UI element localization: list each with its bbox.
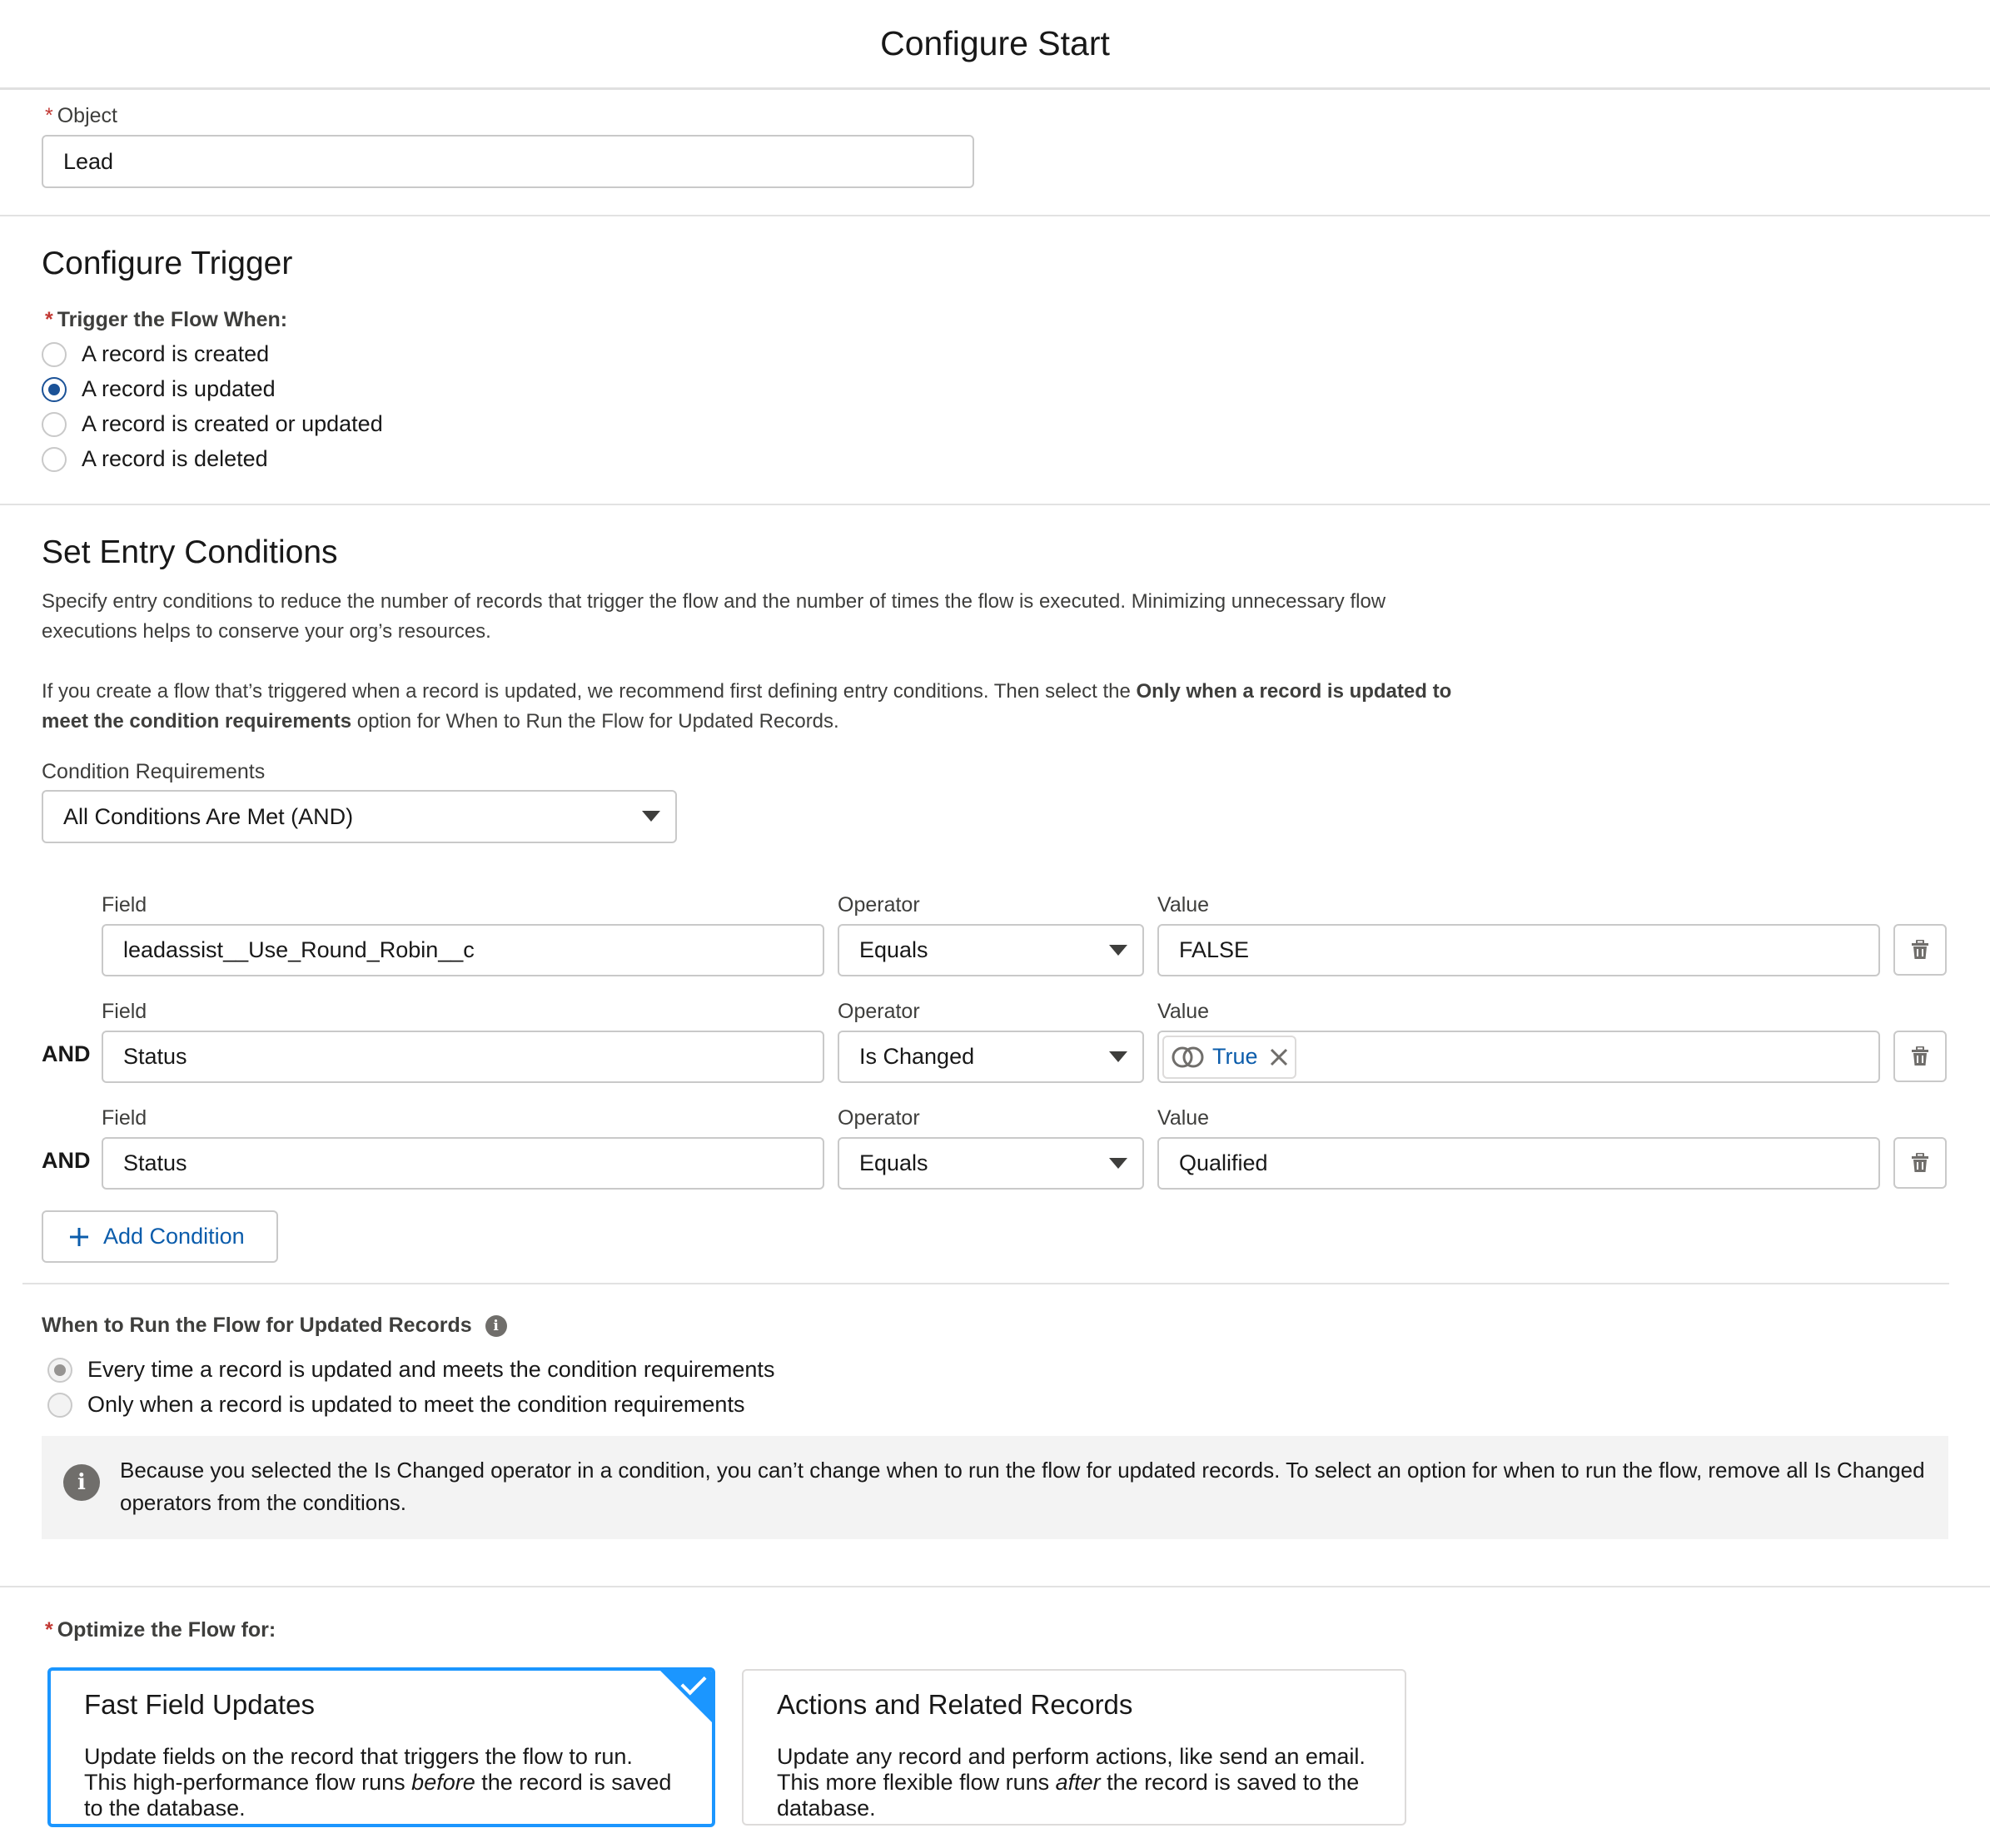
when-to-run-label: When to Run the Flow for Updated Records… [42,1314,507,1338]
field-label: Field [102,1106,147,1130]
optimize-card-fast-field-updates[interactable]: Fast Field Updates Update fields on the … [47,1667,715,1827]
trigger-option-created[interactable]: A record is created [42,341,269,367]
condition-3-operator-select[interactable]: Equals [838,1137,1144,1190]
condition-requirements-select[interactable]: All Conditions Are Met (AND) [42,790,677,843]
trigger-label: * Trigger the Flow When: [45,308,288,331]
field-label: Field [102,893,147,917]
radio-button-checked[interactable] [47,1357,72,1383]
add-condition-button[interactable]: Add Condition [42,1210,278,1263]
card-description: Update any record and perform actions, l… [777,1744,1366,1821]
and-connector: AND [42,1041,91,1066]
trash-icon [1912,1153,1928,1172]
info-icon[interactable]: i [485,1315,507,1338]
optimize-label: * Optimize the Flow for: [45,1618,276,1642]
radio-button[interactable] [42,446,67,472]
close-icon[interactable] [1270,1048,1288,1066]
condition-1-delete-button[interactable] [1893,924,1947,976]
condition-2-delete-button[interactable] [1893,1031,1947,1082]
radio-button[interactable] [42,411,67,437]
object-label: * Object [45,104,117,127]
chevron-down-icon [1109,944,1127,956]
radio-button[interactable] [47,1392,72,1418]
plus-icon [70,1227,88,1246]
condition-2-operator-select[interactable]: Is Changed [838,1031,1144,1083]
chevron-down-icon [1109,1157,1127,1169]
divider [0,215,1990,216]
boolean-icon [1172,1046,1204,1067]
radio-button-checked[interactable] [42,376,67,402]
card-description: Update fields on the record that trigger… [84,1744,672,1821]
and-connector: AND [42,1148,91,1173]
value-label: Value [1157,893,1210,917]
trash-icon [1912,940,1928,959]
entry-conditions-heading: Set Entry Conditions [42,534,338,570]
optimize-card-actions-related-records[interactable]: Actions and Related Records Update any r… [742,1669,1406,1826]
value-label: Value [1157,1000,1210,1023]
operator-label: Operator [838,893,920,917]
radio-button[interactable] [42,341,67,367]
operator-label: Operator [838,1000,920,1023]
when-run-option-only-when[interactable]: Only when a record is updated to meet th… [47,1392,744,1418]
entry-conditions-description: Specify entry conditions to reduce the n… [42,590,1386,643]
divider [0,504,1990,505]
object-input[interactable]: Lead [42,135,974,188]
condition-3-value-input[interactable]: Qualified [1157,1137,1880,1190]
configure-trigger-heading: Configure Trigger [42,246,293,281]
condition-1-operator-select[interactable]: Equals [838,924,1144,976]
chevron-down-icon [1109,1051,1127,1062]
entry-conditions-recommendation: If you create a flow that’s triggered wh… [42,680,1452,733]
operator-label: Operator [838,1106,920,1130]
divider [22,1283,1949,1284]
page-title: Configure Start [880,24,1110,62]
trash-icon [1912,1046,1928,1066]
condition-3-delete-button[interactable] [1893,1137,1947,1189]
condition-2-value-input[interactable]: True [1157,1031,1880,1083]
field-label: Field [102,1000,147,1023]
trigger-option-deleted[interactable]: A record is deleted [42,446,268,472]
when-run-option-every-time[interactable]: Every time a record is updated and meets… [47,1357,774,1383]
divider [0,1586,1990,1587]
value-pill[interactable]: True [1162,1035,1296,1079]
condition-3-field-input[interactable]: Status [102,1137,824,1190]
condition-1-field-input[interactable]: leadassist__Use_Round_Robin__c [102,924,824,976]
trigger-option-created-or-updated[interactable]: A record is created or updated [42,411,383,437]
condition-1-value-input[interactable]: FALSE [1157,924,1880,976]
chevron-down-icon [642,811,660,822]
condition-2-field-input[interactable]: Status [102,1031,824,1083]
modal-header: Configure Start [0,0,1990,90]
trigger-option-updated[interactable]: A record is updated [42,376,276,402]
info-icon: i [63,1464,100,1501]
value-label: Value [1157,1106,1210,1130]
condition-requirements-label: Condition Requirements [42,760,266,783]
info-alert: i Because you selected the Is Changed op… [42,1436,1948,1539]
